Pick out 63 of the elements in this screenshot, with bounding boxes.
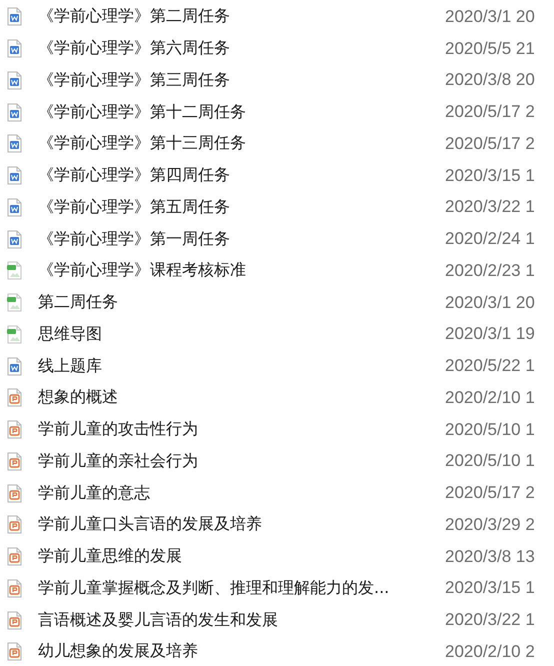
presentation-file-icon — [6, 484, 23, 503]
word-document-icon — [6, 230, 23, 249]
presentation-file-icon — [6, 452, 23, 471]
file-name[interactable]: 幼儿想象的发展及培养 — [38, 641, 445, 662]
modified-date: 2020/2/10 1 — [445, 388, 535, 408]
file-name[interactable]: 《学前心理学》第一周任务 — [38, 228, 445, 250]
file-name[interactable]: 《学前心理学》第三周任务 — [38, 70, 445, 91]
presentation-file-icon — [6, 388, 23, 408]
file-name[interactable]: 学前儿童掌握概念及判断、推理和理解能力的发... — [38, 578, 445, 599]
modified-date: 2020/5/10 1 — [445, 420, 535, 440]
modified-date: 2020/3/15 1 — [445, 578, 535, 598]
modified-date: 2020/3/22 1 — [445, 197, 535, 218]
file-name[interactable]: 第二周任务 — [38, 292, 445, 314]
modified-date: 2020/5/17 2 — [445, 134, 535, 154]
word-document-icon — [6, 7, 23, 26]
file-name[interactable]: 《学前心理学》课程考核标准 — [38, 260, 445, 282]
file-name[interactable]: 《学前心理学》第六周任务 — [38, 38, 445, 60]
modified-date: 2020/3/15 1 — [445, 166, 535, 186]
modified-date: 2020/3/1 20 — [445, 292, 535, 313]
file-name[interactable]: 《学前心理学》第四周任务 — [38, 165, 445, 186]
file-name[interactable]: 线上题库 — [38, 356, 445, 377]
modified-date: 2020/2/10 2 — [445, 642, 535, 662]
presentation-file-icon — [6, 420, 23, 440]
word-document-icon — [6, 102, 23, 122]
word-document-icon — [6, 39, 23, 58]
modified-date: 2020/3/1 20 — [445, 6, 535, 27]
word-document-icon — [6, 70, 23, 90]
file-name[interactable]: 学前儿童的亲社会行为 — [38, 450, 445, 472]
word-document-icon — [6, 134, 23, 154]
modified-date: 2020/5/17 2 — [445, 483, 535, 504]
file-name[interactable]: 想象的概述 — [38, 387, 445, 408]
file-name[interactable]: 《学前心理学》第十三周任务 — [38, 133, 445, 154]
presentation-file-icon — [6, 578, 23, 598]
file-name[interactable]: 学前儿童的意志 — [38, 482, 445, 504]
presentation-file-icon — [6, 515, 23, 534]
image-file-icon — [6, 293, 23, 312]
presentation-file-icon — [6, 610, 23, 630]
file-name[interactable]: 《学前心理学》第五周任务 — [38, 196, 445, 218]
file-name[interactable]: 学前儿童的攻击性行为 — [38, 419, 445, 440]
modified-date: 2020/2/23 1 — [445, 260, 535, 281]
modified-date: 2020/3/29 2 — [445, 514, 535, 535]
modified-date: 2020/3/8 20 — [445, 70, 535, 90]
presentation-file-icon — [6, 547, 23, 566]
word-document-icon — [6, 356, 23, 376]
modified-date: 2020/3/1 19 — [445, 324, 535, 344]
file-name[interactable]: 《学前心理学》第十二周任务 — [38, 102, 445, 123]
file-name[interactable]: 学前儿童口头言语的发展及培养 — [38, 514, 445, 536]
modified-date: 2020/2/24 1 — [445, 229, 535, 250]
word-document-icon — [6, 198, 23, 217]
word-document-icon — [6, 166, 23, 186]
modified-date: 2020/3/8 13 — [445, 546, 535, 567]
file-name[interactable]: 言语概述及婴儿言语的发生和发展 — [38, 610, 445, 631]
image-file-icon — [6, 324, 23, 344]
modified-date: 2020/5/10 1 — [445, 451, 535, 472]
file-name[interactable]: 学前儿童思维的发展 — [38, 546, 445, 568]
modified-date: 2020/3/22 1 — [445, 610, 535, 630]
modified-date: 2020/5/22 1 — [445, 356, 535, 376]
modified-date: 2020/5/17 2 — [445, 102, 535, 122]
modified-date: 2020/5/5 21 — [445, 38, 535, 59]
presentation-file-icon — [6, 642, 23, 662]
file-name[interactable]: 思维导图 — [38, 324, 445, 345]
file-name[interactable]: 《学前心理学》第二周任务 — [38, 6, 445, 28]
image-file-icon — [6, 261, 23, 280]
